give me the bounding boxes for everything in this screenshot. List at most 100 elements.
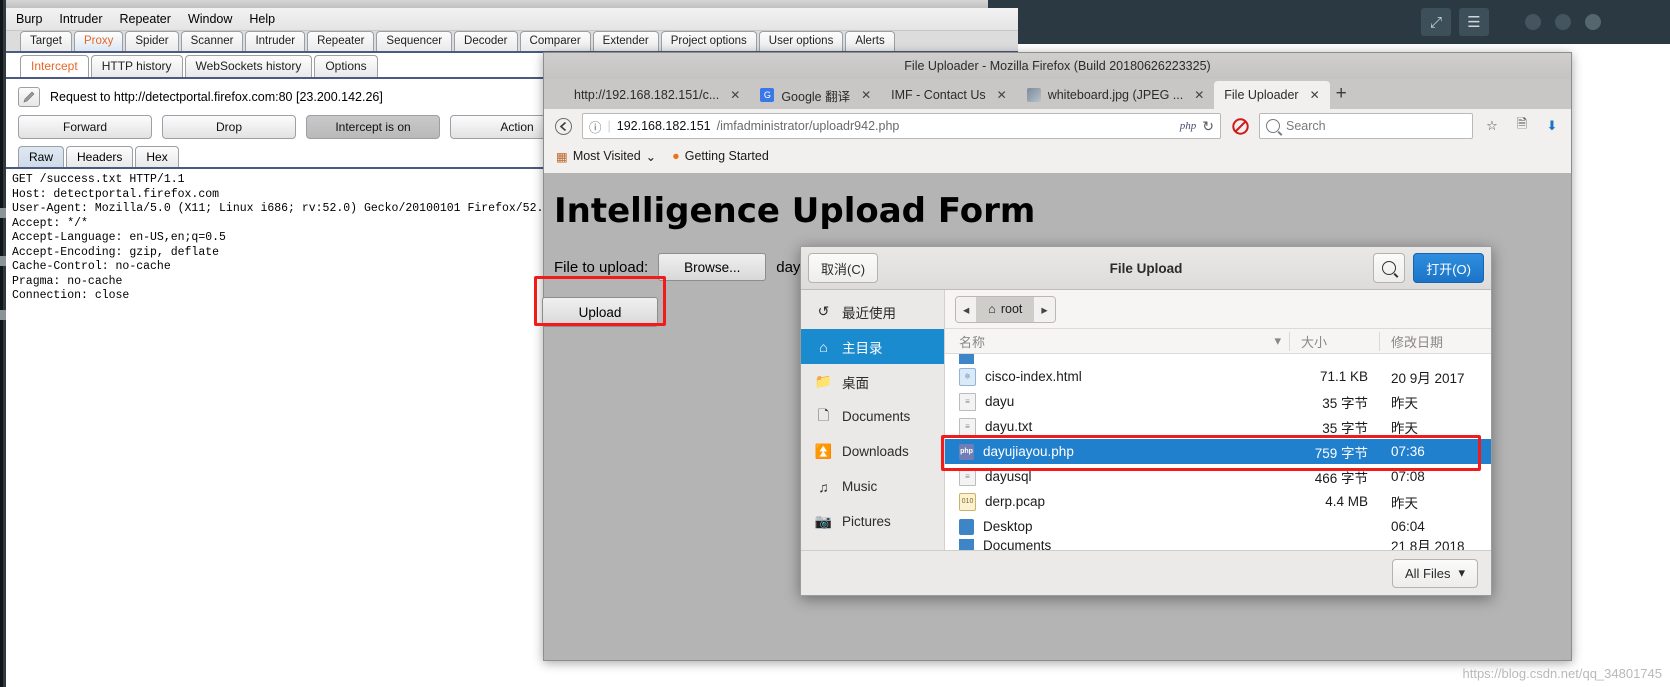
- column-header-name[interactable]: 名称 ▾: [945, 332, 1289, 351]
- forward-button[interactable]: Forward: [18, 115, 152, 139]
- tab-extender[interactable]: Extender: [592, 31, 659, 51]
- file-size: 466 字节: [1314, 470, 1368, 486]
- view-tab-raw[interactable]: Raw: [18, 146, 65, 167]
- menu-repeater[interactable]: Repeater: [120, 12, 171, 26]
- browser-tab-3[interactable]: IMF - Contact Us ✕: [881, 81, 1017, 109]
- view-tab-headers[interactable]: Headers: [66, 146, 134, 167]
- subtab-options[interactable]: Options: [314, 55, 378, 77]
- reload-icon[interactable]: ↻: [1202, 118, 1214, 135]
- tab-user-options[interactable]: User options: [758, 31, 844, 51]
- bookmark-star-icon[interactable]: ☆: [1481, 115, 1503, 137]
- cancel-button[interactable]: 取消(C): [808, 253, 879, 283]
- file-size: 35 字节: [1322, 395, 1368, 411]
- scroll-tick-2: [0, 256, 6, 266]
- table-row[interactable]: ⚛ cisco-index.html 71.1 KB 20 9月 2017: [945, 364, 1491, 389]
- browse-button[interactable]: Browse...: [658, 253, 767, 281]
- sidebar-item-documents[interactable]: 🗋 Documents: [801, 399, 944, 434]
- search-input[interactable]: Search: [1259, 113, 1473, 139]
- table-row[interactable]: Desktop 06:04: [945, 514, 1491, 539]
- tab-target[interactable]: Target: [20, 31, 72, 51]
- tab-intruder[interactable]: Intruder: [245, 31, 306, 51]
- breadcrumb-root[interactable]: ⌂ root: [977, 296, 1035, 322]
- subtab-intercept[interactable]: Intercept: [20, 55, 89, 77]
- menu-help[interactable]: Help: [249, 12, 275, 26]
- file-filter-dropdown[interactable]: All Files ▾: [1391, 558, 1478, 588]
- subtab-websockets-history[interactable]: WebSockets history: [184, 55, 313, 77]
- search-icon: [1266, 119, 1280, 133]
- sidebar-item-recent[interactable]: ↺ 最近使用: [801, 294, 944, 329]
- table-row[interactable]: ≡ dayu 35 字节 昨天: [945, 389, 1491, 414]
- sidebar-item-pictures[interactable]: 📷 Pictures: [801, 504, 944, 539]
- table-row[interactable]: [945, 354, 1491, 364]
- tab-label: http://192.168.182.151/c...: [574, 88, 720, 102]
- tab-close-icon[interactable]: ✕: [730, 88, 740, 102]
- edit-pencil-icon[interactable]: [18, 87, 40, 107]
- table-row[interactable]: Documents 21 8月 2018: [945, 539, 1491, 550]
- sidebar-item-home[interactable]: ⌂ 主目录: [801, 329, 944, 364]
- recent-icon: ↺: [817, 303, 830, 319]
- menu-window[interactable]: Window: [188, 12, 232, 26]
- new-tab-button[interactable]: +: [1336, 83, 1347, 105]
- page-info-icon[interactable]: ⓘ: [589, 117, 602, 136]
- table-row[interactable]: 010 derp.pcap 4.4 MB 昨天: [945, 489, 1491, 514]
- noscript-icon[interactable]: [1229, 115, 1251, 137]
- view-tab-hex[interactable]: Hex: [135, 146, 179, 167]
- column-header-date[interactable]: 修改日期: [1379, 331, 1491, 351]
- browser-tab-2[interactable]: G Google 翻译 ✕: [750, 81, 881, 109]
- tab-spider[interactable]: Spider: [125, 31, 179, 51]
- column-header-size[interactable]: 大小: [1289, 331, 1379, 351]
- tab-close-icon[interactable]: ✕: [1310, 88, 1320, 102]
- breadcrumb-back-button[interactable]: ◂: [956, 296, 978, 322]
- bookmark-most-visited[interactable]: ▦ Most Visited ⌄: [556, 149, 656, 164]
- sidebar-item-music[interactable]: ♫ Music: [801, 469, 944, 504]
- open-button[interactable]: 打开(O): [1413, 253, 1484, 283]
- file-date: 21 8月 2018: [1391, 539, 1465, 550]
- file-date: 06:04: [1391, 519, 1425, 534]
- tab-proxy[interactable]: Proxy: [73, 31, 124, 51]
- tab-alerts[interactable]: Alerts: [845, 31, 895, 51]
- search-button[interactable]: [1373, 253, 1406, 283]
- tab-scanner[interactable]: Scanner: [180, 31, 244, 51]
- menu-button[interactable]: ☰: [1459, 8, 1489, 36]
- firefox-logo-icon: ●: [672, 149, 680, 163]
- back-arrow-icon[interactable]: [552, 115, 574, 137]
- sort-caret-icon[interactable]: ▾: [1274, 333, 1281, 349]
- maximize-button[interactable]: ⤢: [1421, 8, 1451, 36]
- upload-button[interactable]: Upload: [542, 297, 658, 327]
- table-row[interactable]: ≡ dayusql 466 字节 07:08: [945, 464, 1491, 489]
- sidebar-item-downloads[interactable]: ⏫ Downloads: [801, 434, 944, 469]
- intercept-toggle-button[interactable]: Intercept is on: [306, 115, 440, 139]
- maximize-circle-button[interactable]: [1555, 14, 1571, 30]
- file-date: 昨天: [1391, 420, 1418, 436]
- tab-close-icon[interactable]: ✕: [1194, 88, 1204, 102]
- tab-repeater[interactable]: Repeater: [307, 31, 375, 51]
- tab-close-icon[interactable]: ✕: [997, 88, 1007, 102]
- library-icon[interactable]: 🗎: [1511, 115, 1533, 137]
- menu-intruder[interactable]: Intruder: [59, 12, 102, 26]
- bookmark-getting-started[interactable]: ● Getting Started: [672, 149, 769, 163]
- chevron-down-icon[interactable]: ⌄: [646, 149, 656, 164]
- tab-decoder[interactable]: Decoder: [454, 31, 518, 51]
- text-icon: ≡: [959, 417, 976, 436]
- file-list[interactable]: ⚛ cisco-index.html 71.1 KB 20 9月 2017 ≡ …: [945, 354, 1491, 550]
- subtab-http-history[interactable]: HTTP history: [90, 55, 183, 77]
- sidebar-item-desktop[interactable]: 📁 桌面: [801, 364, 944, 399]
- tab-project-options[interactable]: Project options: [660, 31, 757, 51]
- downloads-icon[interactable]: ⬇: [1541, 115, 1563, 137]
- table-row[interactable]: ≡ dayu.txt 35 字节 昨天: [945, 414, 1491, 439]
- tab-close-icon[interactable]: ✕: [861, 88, 871, 102]
- tab-sequencer[interactable]: Sequencer: [376, 31, 453, 51]
- browser-tab-4[interactable]: whiteboard.jpg (JPEG ... ✕: [1017, 81, 1215, 109]
- tab-comparer[interactable]: Comparer: [519, 31, 591, 51]
- browser-tab-5-active[interactable]: File Uploader ✕: [1214, 81, 1330, 109]
- minimize-circle-button[interactable]: [1525, 14, 1541, 30]
- table-row-selected[interactable]: php dayujiayou.php 759 字节 07:36: [945, 439, 1491, 464]
- browser-tab-1[interactable]: http://192.168.182.151/c... ✕: [564, 81, 750, 109]
- menu-burp[interactable]: Burp: [16, 12, 42, 26]
- close-circle-button[interactable]: [1585, 14, 1601, 30]
- sidebar-item-label: Pictures: [842, 514, 891, 529]
- url-bar[interactable]: ⓘ | 192.168.182.151/imfadministrator/upl…: [582, 113, 1221, 139]
- breadcrumb-forward-button[interactable]: ▸: [1034, 296, 1055, 322]
- drop-button[interactable]: Drop: [162, 115, 296, 139]
- file-size: 759 字节: [1314, 445, 1368, 461]
